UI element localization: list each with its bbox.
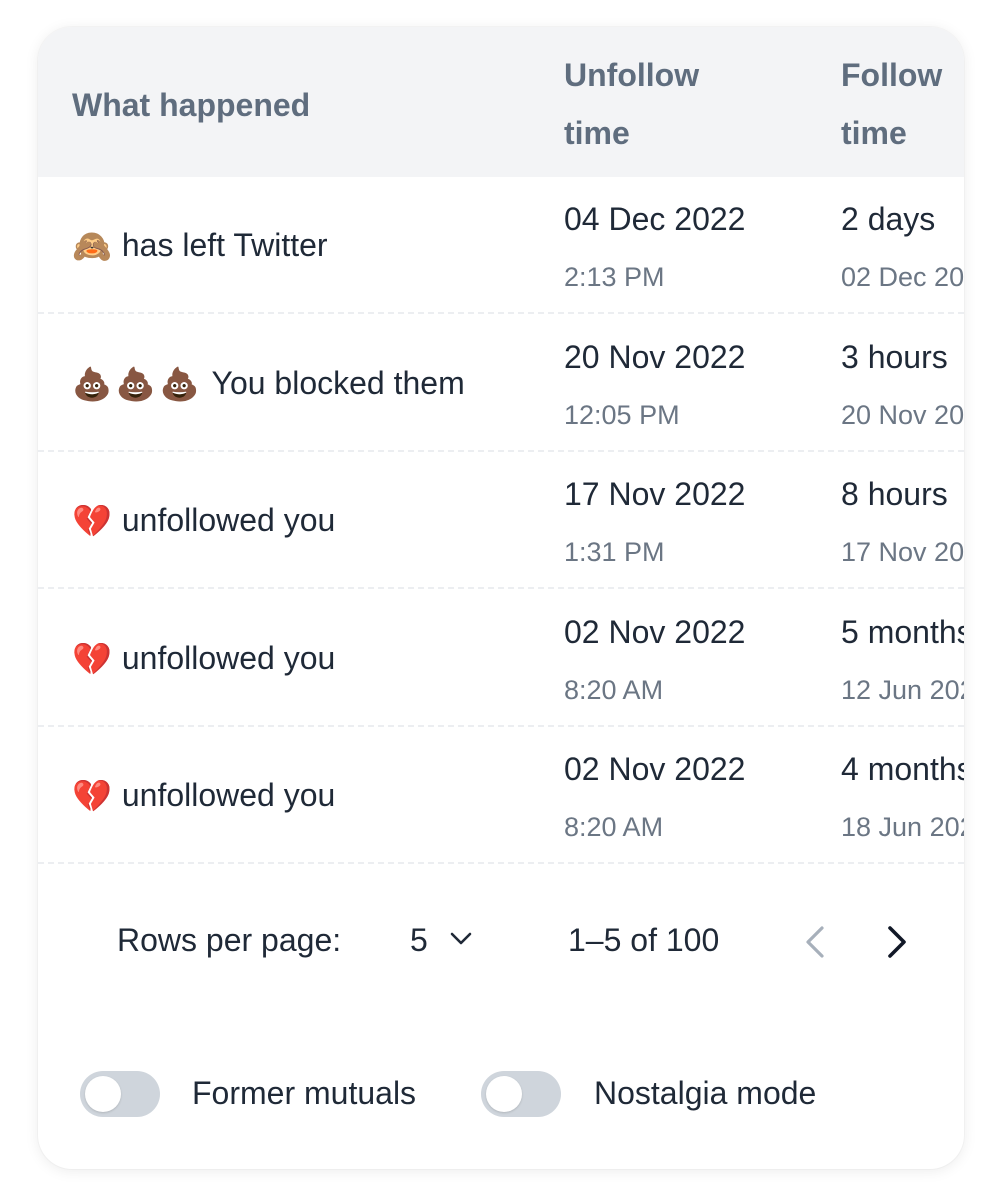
follow-duration: 8 hours [841,476,948,512]
chevron-right-icon[interactable] [884,924,910,960]
follow-date: 02 Dec 2022 [841,262,964,292]
unfollow-clock-time: 2:13 PM [564,262,665,292]
column-header-follow-time[interactable]: Follow time [841,46,942,162]
table-row[interactable]: 💔 unfollowed you 17 Nov 2022 1:31 PM 8 hours… [38,452,964,589]
toggle-knob [486,1076,522,1112]
table-header: What happened Unfollow time Follow time [38,27,964,177]
poop-icon: 💩 [159,365,200,402]
rows-per-page-select[interactable]: 5 [410,922,428,959]
poop-icon: 💩 [72,365,112,402]
follow-date: 17 Nov 2022 [841,537,964,567]
unfollow-time-cell: 20 Nov 2022 12:05 PM [564,315,834,452]
unfollowers-card: What happened Unfollow time Follow time … [38,27,964,1169]
see-no-evil-monkey-icon: 🙈 [72,227,112,264]
follow-time-cell: 8 hours 17 Nov 2022 [841,452,964,589]
event-text: unfollowed you [121,640,336,676]
broken-heart-icon: 💔 [72,640,112,677]
unfollow-date: 02 Nov 2022 [564,614,746,650]
former-mutuals-label: Former mutuals [192,1075,417,1111]
column-header-follow-line2: time [841,115,907,151]
column-header-unfollow-time[interactable]: Unfollow time [564,46,699,162]
unfollow-date: 04 Dec 2022 [564,201,746,237]
follow-time-cell: 2 days 02 Dec 2022 [841,177,964,314]
unfollow-time-cell: 02 Nov 2022 8:20 AM [564,727,834,864]
nostalgia-mode-label: Nostalgia mode [594,1075,817,1111]
column-header-unfollow-line1: Unfollow [564,57,700,93]
follow-time-cell: 5 months 12 Jun 2022 [841,590,964,727]
former-mutuals-toggle[interactable] [80,1071,160,1117]
column-header-what-happened[interactable]: What happened [72,76,310,134]
event-text: unfollowed you [121,502,336,538]
unfollow-time-cell: 04 Dec 2022 2:13 PM [564,177,834,314]
column-header-follow-line1: Follow [841,57,943,93]
table-row[interactable]: 💩 💩 💩 You blocked them 20 Nov 2022 12:05 PM 3 … [38,315,964,452]
unfollow-date: 02 Nov 2022 [564,751,746,787]
unfollow-date: 17 Nov 2022 [564,476,746,512]
follow-duration: 5 months [841,614,964,650]
what-happened-cell: 🙈 has left Twitter [72,177,328,314]
unfollow-clock-time: 8:20 AM [564,675,664,705]
broken-heart-icon: 💔 [72,502,112,539]
follow-date: 12 Jun 2022 [841,675,964,705]
follow-time-cell: 4 months 18 Jun 2022 [841,727,964,864]
chevron-down-icon[interactable] [450,932,472,946]
unfollow-clock-time: 12:05 PM [564,400,680,430]
follow-date: 20 Nov 2022 [841,400,964,430]
poop-icon: 💩 [115,365,156,402]
nostalgia-mode-toggle[interactable] [481,1071,561,1117]
column-header-unfollow-line2: time [564,115,630,151]
follow-date: 18 Jun 2022 [841,812,964,842]
what-happened-cell: 💔 unfollowed you [72,590,335,727]
toggle-bar: Former mutuals Nostalgia mode [38,1067,964,1127]
unfollow-date: 20 Nov 2022 [564,339,746,375]
event-text: You blocked them [211,365,465,401]
what-happened-cell: 💔 unfollowed you [72,727,335,864]
table-row[interactable]: 🙈 has left Twitter 04 Dec 2022 2:13 PM 2 day… [38,177,964,314]
chevron-left-icon[interactable] [802,924,828,960]
unfollow-clock-time: 1:31 PM [564,537,665,567]
unfollow-time-cell: 17 Nov 2022 1:31 PM [564,452,834,589]
broken-heart-icon: 💔 [72,777,112,814]
column-header-what-happened-label: What happened [72,87,311,123]
rows-per-page-label: Rows per page: [117,922,342,958]
unfollow-clock-time: 8:20 AM [564,812,664,842]
pagination-bar: Rows per page: 5 1–5 of 100 [38,912,964,972]
toggle-knob [85,1076,121,1112]
event-text: unfollowed you [121,777,336,813]
what-happened-cell: 💩 💩 💩 You blocked them [72,315,465,452]
unfollow-time-cell: 02 Nov 2022 8:20 AM [564,590,834,727]
follow-duration: 4 months [841,751,964,787]
event-text: has left Twitter [121,227,328,263]
table-row[interactable]: 💔 unfollowed you 02 Nov 2022 8:20 AM 5 month… [38,590,964,727]
follow-duration: 3 hours [841,339,948,375]
follow-time-cell: 3 hours 20 Nov 2022 [841,315,964,452]
what-happened-cell: 💔 unfollowed you [72,452,335,589]
table-row[interactable]: 💔 unfollowed you 02 Nov 2022 8:20 AM 4 month… [38,727,964,864]
pagination-range: 1–5 of 100 [568,922,720,958]
follow-duration: 2 days [841,201,936,237]
